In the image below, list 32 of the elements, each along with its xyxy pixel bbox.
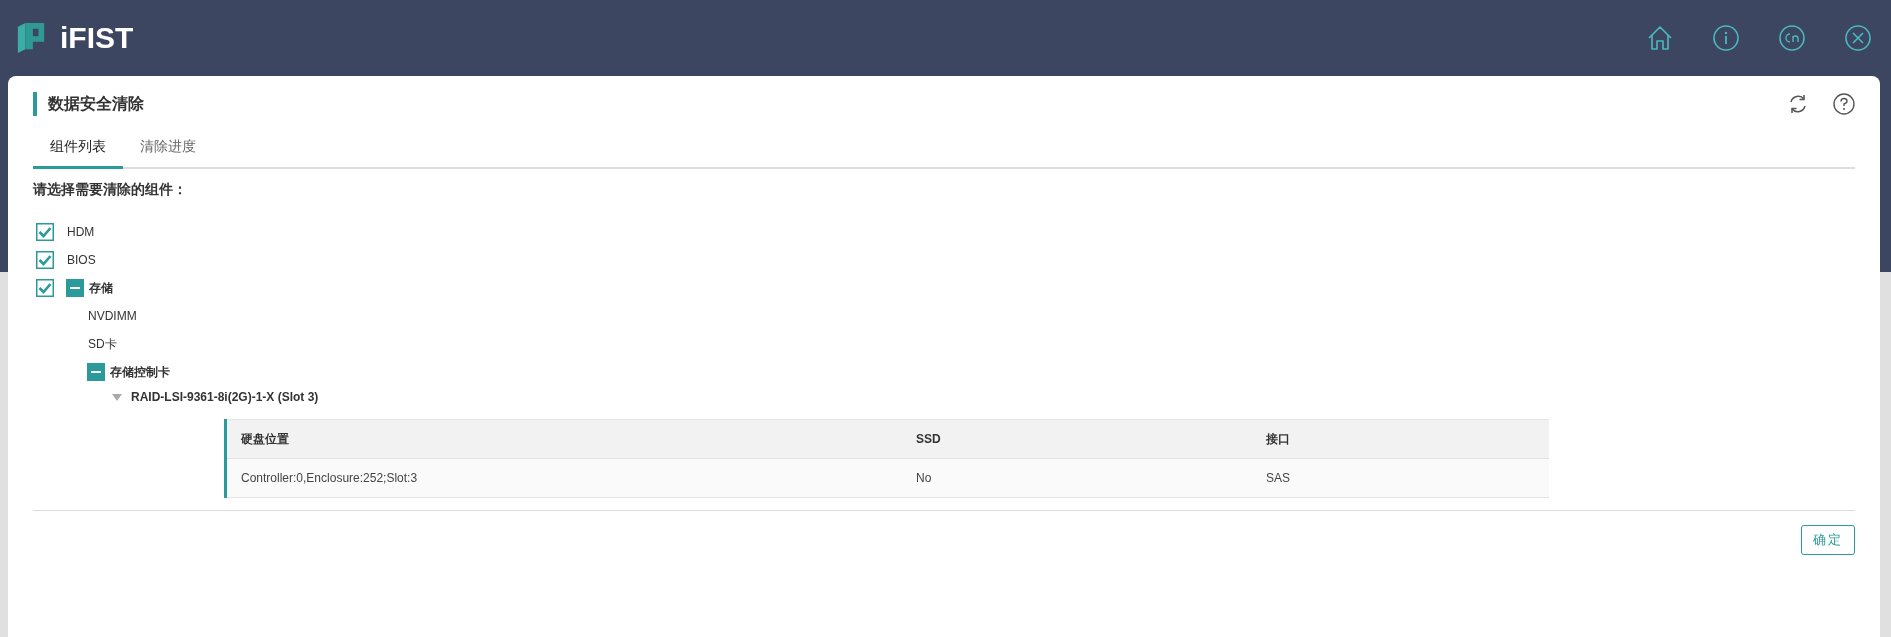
help-icon[interactable] — [1833, 93, 1855, 115]
checkbox[interactable] — [36, 279, 54, 297]
refresh-icon[interactable] — [1787, 93, 1809, 115]
column-header: SSD — [915, 432, 942, 446]
info-icon[interactable] — [1713, 25, 1739, 51]
column-header: 硬盘位置 — [240, 430, 290, 448]
tree-item-label: RAID-LSI-9361-8i(2G)-1-X (Slot 3) — [131, 390, 319, 404]
app-name: iFIST — [60, 21, 134, 55]
checkbox[interactable] — [36, 223, 54, 241]
page-title: 数据安全清除 — [33, 92, 144, 116]
instruction-text: 请选择需要清除的组件： — [33, 181, 188, 199]
tree-item-label: 存储控制卡 — [110, 363, 170, 381]
checkbox[interactable] — [36, 251, 54, 269]
close-icon[interactable] — [1845, 25, 1871, 51]
triangle-icon[interactable] — [112, 393, 122, 401]
collapse-icon[interactable] — [66, 279, 84, 297]
logo-icon — [16, 23, 46, 53]
tree-item-label: 存储 — [89, 279, 113, 297]
language-icon[interactable] — [1779, 25, 1805, 51]
tree-item-label: HDM — [67, 225, 95, 239]
collapse-icon[interactable] — [87, 363, 105, 381]
tree-item-label: BIOS — [67, 253, 96, 267]
tab[interactable]: 清除进度 — [123, 138, 213, 169]
tree-item-label: NVDIMM — [88, 309, 137, 323]
home-icon[interactable] — [1647, 25, 1673, 51]
tab[interactable]: 组件列表 — [33, 138, 123, 169]
confirm-button[interactable]: 确定 — [1801, 525, 1855, 555]
table-cell-text: Controller:0,Enclosure:252;Slot:3 — [240, 471, 419, 485]
tree-item-label: SD卡 — [88, 335, 117, 353]
table-cell-text: No — [915, 471, 933, 485]
column-header: 接口 — [1265, 430, 1291, 448]
table-cell-text: SAS — [1265, 471, 1291, 485]
